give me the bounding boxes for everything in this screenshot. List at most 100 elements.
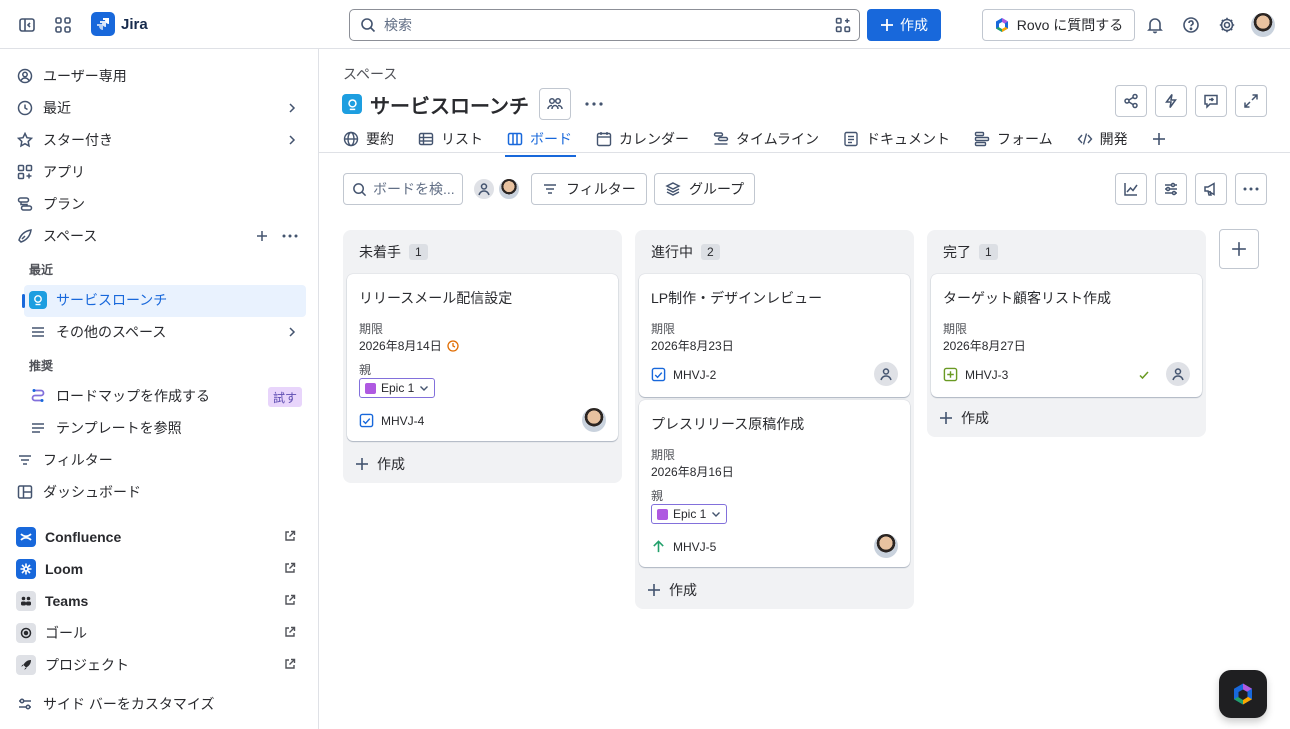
sidebar-item-dashboards[interactable]: ダッシュボード xyxy=(16,478,141,506)
filter-button[interactable]: フィルター xyxy=(531,173,647,205)
search-filter-icon[interactable] xyxy=(835,17,851,33)
issue-card[interactable]: ターゲット顧客リスト作成 期限 2026年8月27日 MHVJ-3 xyxy=(931,274,1202,397)
sidebar-item-starred[interactable]: スター付き xyxy=(16,126,303,154)
sidebar-item-roadmap[interactable]: ロードマップを作成する xyxy=(29,382,210,410)
sidebar-app-goals[interactable]: ゴール xyxy=(16,619,87,647)
sidebar-item-label: ダッシュボード xyxy=(43,484,141,500)
group-button[interactable]: グループ xyxy=(654,173,756,205)
sidebar-item-apps[interactable]: アプリ xyxy=(16,158,85,186)
sidebar-item-other-spaces[interactable]: その他のスペース xyxy=(29,318,303,346)
create-issue-button[interactable]: 作成 xyxy=(647,580,697,600)
team-button[interactable] xyxy=(539,88,571,120)
sidebar-app-projects[interactable]: プロジェクト xyxy=(16,651,129,679)
external-link-icon[interactable] xyxy=(284,530,296,542)
issue-key-text: MHVJ-3 xyxy=(965,367,1009,382)
column-count: 1 xyxy=(409,244,428,260)
due-label: 期限 xyxy=(651,448,676,462)
external-link-icon[interactable] xyxy=(284,562,296,574)
more-icon[interactable] xyxy=(282,234,298,238)
sidebar-app-teams[interactable]: Teams xyxy=(16,587,88,615)
chevron-down-icon xyxy=(419,383,429,393)
board-column-done: 完了 1 ターゲット顧客リスト作成 期限 2026年8月27日 MHVJ-3 作… xyxy=(927,230,1206,437)
rovo-chat-button[interactable] xyxy=(1219,670,1267,718)
view-settings-button[interactable] xyxy=(1155,173,1187,205)
rovo-ask-button[interactable]: Rovo に質問する xyxy=(982,9,1135,41)
tab-forms[interactable]: フォーム xyxy=(974,125,1053,153)
column-header[interactable]: 完了 1 xyxy=(943,242,998,262)
sidebar-item-for-you[interactable]: ユーザー専用 xyxy=(16,62,127,90)
tab-label: ボード xyxy=(530,131,572,147)
app-switcher-icon[interactable] xyxy=(53,15,73,35)
assignee-avatar[interactable] xyxy=(582,408,606,432)
unassigned-avatar[interactable] xyxy=(472,177,496,201)
rocket-icon xyxy=(16,655,36,675)
more-actions-icon[interactable] xyxy=(585,102,603,106)
issue-card[interactable]: LP制作・デザインレビュー 期限 2026年8月23日 MHVJ-2 xyxy=(639,274,910,397)
template-icon xyxy=(29,419,47,437)
epic-lozenge[interactable]: Epic 1 xyxy=(651,504,728,524)
tab-board[interactable]: ボード xyxy=(505,125,576,157)
issue-key[interactable]: MHVJ-2 xyxy=(651,367,716,382)
unassigned-avatar[interactable] xyxy=(1166,362,1190,386)
card-title: プレスリリース原稿作成 xyxy=(651,416,805,432)
feedback-button[interactable] xyxy=(1195,85,1227,117)
due-label: 期限 xyxy=(943,322,968,336)
external-link-icon[interactable] xyxy=(284,658,296,670)
board-column-in-progress: 進行中 2 LP制作・デザインレビュー 期限 2026年8月23日 MHVJ-2… xyxy=(635,230,914,609)
search-input[interactable]: 検索 xyxy=(349,9,860,41)
jira-home-link[interactable]: Jira xyxy=(91,12,148,36)
announce-button[interactable] xyxy=(1195,173,1227,205)
insights-button[interactable] xyxy=(1115,173,1147,205)
board-search-input[interactable]: ボードを検... xyxy=(343,173,463,205)
assignee-avatar[interactable] xyxy=(874,534,898,558)
sidebar-item-service-launch[interactable]: サービスローンチ xyxy=(29,286,167,314)
bell-icon[interactable] xyxy=(1145,15,1165,35)
add-column-button[interactable] xyxy=(1219,229,1259,269)
help-icon[interactable] xyxy=(1181,15,1201,35)
tab-documents[interactable]: ドキュメント xyxy=(843,125,950,153)
add-space-icon[interactable] xyxy=(255,229,269,243)
create-button[interactable]: 作成 xyxy=(867,9,941,41)
create-label: 作成 xyxy=(377,456,405,472)
issue-key[interactable]: MHVJ-3 xyxy=(943,367,1008,382)
issue-card[interactable]: リリースメール配信設定 期限 2026年8月14日 親 Epic 1 MHVJ-… xyxy=(347,274,618,441)
tab-timeline[interactable]: タイムライン xyxy=(713,125,819,153)
column-header[interactable]: 進行中 2 xyxy=(651,242,720,262)
epic-lozenge[interactable]: Epic 1 xyxy=(359,378,436,398)
automation-button[interactable] xyxy=(1155,85,1187,117)
clock-warning-icon xyxy=(447,339,459,352)
issue-key[interactable]: MHVJ-4 xyxy=(359,413,424,428)
column-header[interactable]: 未着手 1 xyxy=(359,242,428,262)
user-avatar-filter[interactable] xyxy=(497,177,521,201)
sidebar-app-confluence[interactable]: Confluence xyxy=(16,523,121,551)
sidebar-toggle-icon[interactable] xyxy=(17,15,37,35)
sidebar-item-recent[interactable]: 最近 xyxy=(16,94,303,122)
add-tab-button[interactable] xyxy=(1152,125,1166,153)
filter-icon xyxy=(542,181,558,197)
due-date: 2026年8月23日 xyxy=(651,337,734,354)
create-issue-button[interactable]: 作成 xyxy=(939,408,989,428)
board-more-button[interactable] xyxy=(1235,173,1267,205)
issue-key[interactable]: MHVJ-5 xyxy=(651,539,716,554)
sidebar-item-templates[interactable]: テンプレートを参照 xyxy=(29,414,182,442)
external-link-icon[interactable] xyxy=(284,626,296,638)
unassigned-avatar[interactable] xyxy=(874,362,898,386)
sidebar-app-loom[interactable]: Loom xyxy=(16,555,83,583)
sidebar-heading-recent: 最近 xyxy=(29,263,54,277)
sidebar-customize[interactable]: サイド バーをカスタマイズ xyxy=(16,690,214,718)
share-button[interactable] xyxy=(1115,85,1147,117)
sidebar-item-plans[interactable]: プラン xyxy=(16,190,85,218)
profile-avatar[interactable] xyxy=(1251,13,1275,37)
sidebar-item-filters[interactable]: フィルター xyxy=(16,446,113,474)
tab-list[interactable]: リスト xyxy=(418,125,483,153)
breadcrumb[interactable]: スペース xyxy=(343,64,397,84)
try-badge[interactable]: 試す xyxy=(268,387,303,407)
tab-summary[interactable]: 要約 xyxy=(343,125,394,153)
issue-card[interactable]: プレスリリース原稿作成 期限 2026年8月16日 親 Epic 1 MHVJ-… xyxy=(639,400,910,567)
external-link-icon[interactable] xyxy=(284,594,296,606)
tab-calendar[interactable]: カレンダー xyxy=(596,125,689,153)
gear-icon[interactable] xyxy=(1217,15,1237,35)
create-issue-button[interactable]: 作成 xyxy=(355,454,405,474)
tab-development[interactable]: 開発 xyxy=(1077,125,1128,153)
fullscreen-button[interactable] xyxy=(1235,85,1267,117)
